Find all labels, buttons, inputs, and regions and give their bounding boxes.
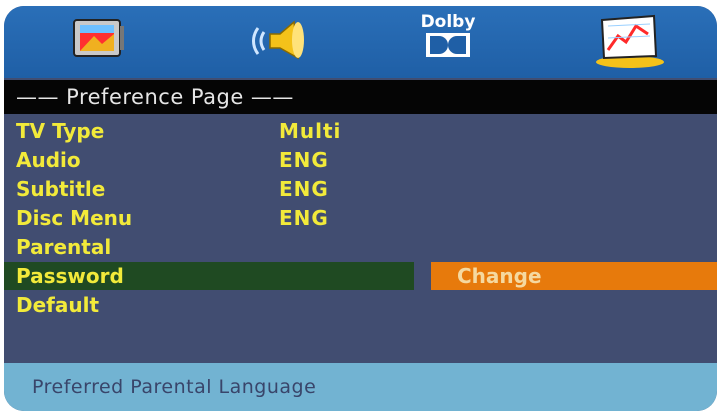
change-password-option[interactable]: Change	[431, 262, 717, 290]
menu-item-label: Subtitle	[16, 177, 106, 201]
menu-item-audio[interactable]: Audio ENG	[4, 146, 717, 174]
dvd-setup-osd: Dolby —— Preference Page —— TV Type Mult…	[4, 6, 717, 411]
dolby-dd-logo	[426, 33, 470, 57]
menu-item-label: Password	[16, 264, 124, 288]
menu-item-value: Multi	[279, 119, 342, 143]
menu-item-value: ENG	[279, 177, 329, 201]
video-settings-icon[interactable]	[594, 12, 668, 74]
menu-item-parental[interactable]: Parental	[4, 233, 717, 261]
status-description: Preferred Parental Language	[4, 363, 717, 411]
menu-item-label: Parental	[16, 235, 112, 259]
setup-icon-bar: Dolby	[4, 6, 717, 78]
menu-item-default[interactable]: Default	[4, 291, 717, 319]
menu-item-value: ENG	[279, 148, 329, 172]
audio-speaker-icon[interactable]	[248, 14, 312, 70]
menu-item-subtitle[interactable]: Subtitle ENG	[4, 175, 717, 203]
tv-setup-icon[interactable]	[70, 14, 128, 66]
dolby-label: Dolby	[420, 12, 476, 32]
dolby-icon[interactable]: Dolby	[418, 12, 478, 62]
menu-item-value: ENG	[279, 206, 329, 230]
page-title: —— Preference Page ——	[4, 80, 717, 114]
menu-item-tv-type[interactable]: TV Type Multi	[4, 117, 717, 145]
menu-item-label: TV Type	[16, 119, 105, 143]
menu-item-label: Audio	[16, 148, 81, 172]
menu-item-disc-menu[interactable]: Disc Menu ENG	[4, 204, 717, 232]
menu-item-label: Disc Menu	[16, 206, 133, 230]
menu-item-label: Default	[16, 293, 100, 317]
